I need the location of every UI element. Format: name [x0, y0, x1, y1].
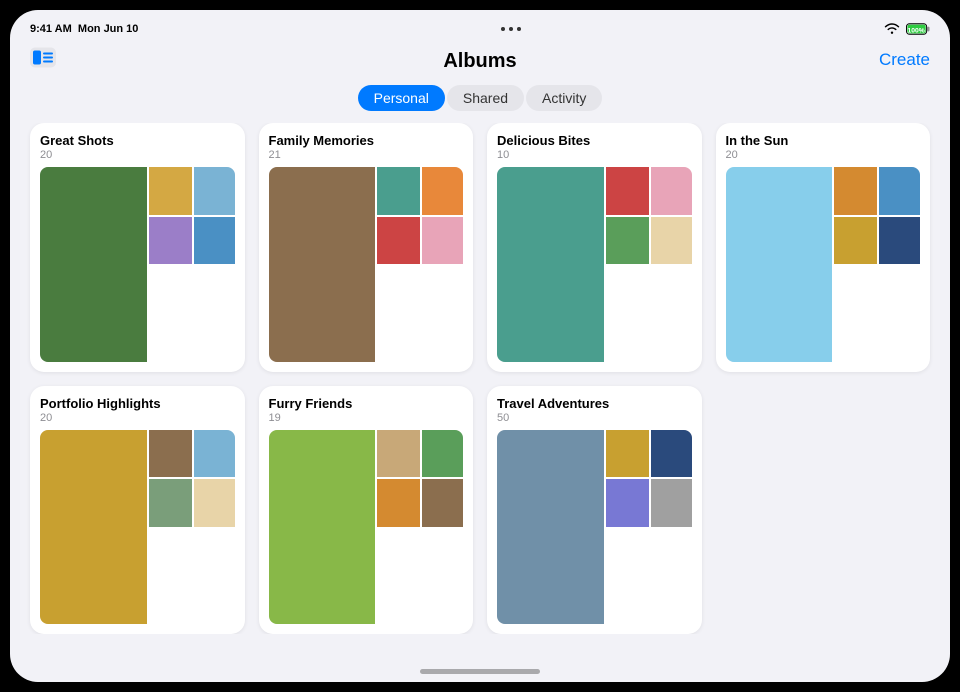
mosaic-cell — [651, 167, 692, 215]
album-card[interactable]: Delicious Bites10 — [487, 123, 702, 372]
mosaic-cell — [422, 167, 463, 215]
album-mosaic — [497, 430, 692, 625]
album-mosaic — [497, 167, 692, 362]
album-mosaic — [40, 430, 235, 625]
status-time: 9:41 AM Mon Jun 10 — [30, 23, 138, 35]
mosaic-right — [377, 430, 463, 527]
mosaic-cell — [497, 430, 604, 625]
album-mosaic — [726, 167, 921, 362]
mosaic-cell — [377, 217, 420, 265]
mosaic-cell — [377, 430, 420, 478]
mosaic-cell — [834, 167, 877, 215]
album-title: Travel Adventures — [497, 396, 692, 411]
album-card[interactable]: Furry Friends19 — [259, 386, 474, 635]
tab-shared[interactable]: Shared — [447, 85, 524, 111]
album-title: Furry Friends — [269, 396, 464, 411]
album-count: 20 — [726, 149, 921, 161]
home-indicator — [420, 669, 540, 674]
album-count: 21 — [269, 149, 464, 161]
mosaic-cell — [651, 430, 692, 478]
album-card[interactable]: In the Sun20 — [716, 123, 931, 372]
mosaic-cell — [606, 430, 649, 478]
mosaic-right — [149, 430, 235, 527]
mosaic-cell — [879, 167, 920, 215]
device-frame: 9:41 AM Mon Jun 10 1 — [10, 10, 950, 682]
status-dot-1 — [501, 27, 505, 31]
album-title: Portfolio Highlights — [40, 396, 235, 411]
album-title: In the Sun — [726, 133, 921, 148]
mosaic-cell — [40, 167, 147, 362]
mosaic-cell — [726, 167, 833, 362]
battery-icon: 100% — [906, 23, 930, 35]
album-mosaic — [269, 430, 464, 625]
albums-grid: Great Shots20Family Memories21Delicious … — [10, 123, 950, 634]
page-title: Albums — [443, 50, 516, 73]
mosaic-cell — [834, 217, 877, 265]
status-dot-3 — [517, 27, 521, 31]
mosaic-cell — [194, 167, 235, 215]
album-count: 19 — [269, 412, 464, 424]
album-count: 10 — [497, 149, 692, 161]
mosaic-cell — [606, 479, 649, 527]
mosaic-cell — [149, 167, 192, 215]
mosaic-cell — [422, 479, 463, 527]
mosaic-cell — [606, 217, 649, 265]
album-count: 20 — [40, 149, 235, 161]
status-bar: 9:41 AM Mon Jun 10 1 — [10, 10, 950, 42]
mosaic-cell — [194, 430, 235, 478]
mosaic-right — [606, 430, 692, 527]
status-right: 100% — [884, 22, 930, 37]
mosaic-cell — [422, 217, 463, 265]
mosaic-cell — [149, 430, 192, 478]
mosaic-cell — [377, 167, 420, 215]
svg-text:100%: 100% — [907, 27, 924, 34]
mosaic-cell — [194, 479, 235, 527]
mosaic-cell — [497, 167, 604, 362]
mosaic-cell — [377, 479, 420, 527]
album-title: Family Memories — [269, 133, 464, 148]
album-title: Great Shots — [40, 133, 235, 148]
album-card[interactable]: Travel Adventures50 — [487, 386, 702, 635]
album-mosaic — [269, 167, 464, 362]
sidebar-toggle-button[interactable] — [30, 47, 56, 72]
mosaic-right — [606, 167, 692, 264]
mosaic-cell — [269, 430, 376, 625]
album-count: 50 — [497, 412, 692, 424]
tab-personal[interactable]: Personal — [358, 85, 445, 111]
album-mosaic — [40, 167, 235, 362]
mosaic-cell — [149, 479, 192, 527]
mosaic-cell — [651, 217, 692, 265]
mosaic-cell — [651, 479, 692, 527]
album-card[interactable]: Portfolio Highlights20 — [30, 386, 245, 635]
mosaic-cell — [149, 217, 192, 265]
mosaic-cell — [606, 167, 649, 215]
create-button[interactable]: Create — [879, 50, 930, 70]
mosaic-cell — [194, 217, 235, 265]
wifi-icon — [884, 22, 900, 37]
tab-bar: Personal Shared Activity — [10, 85, 950, 111]
album-count: 20 — [40, 412, 235, 424]
album-card[interactable]: Great Shots20 — [30, 123, 245, 372]
mosaic-right — [834, 167, 920, 264]
album-title: Delicious Bites — [497, 133, 692, 148]
header: Albums Create — [10, 42, 950, 77]
mosaic-right — [377, 167, 463, 264]
album-card[interactable]: Family Memories21 — [259, 123, 474, 372]
mosaic-cell — [879, 217, 920, 265]
mosaic-right — [149, 167, 235, 264]
status-dot-2 — [509, 27, 513, 31]
mosaic-cell — [269, 167, 376, 362]
mosaic-cell — [422, 430, 463, 478]
tab-activity[interactable]: Activity — [526, 85, 602, 111]
status-center — [501, 27, 521, 31]
mosaic-cell — [40, 430, 147, 625]
